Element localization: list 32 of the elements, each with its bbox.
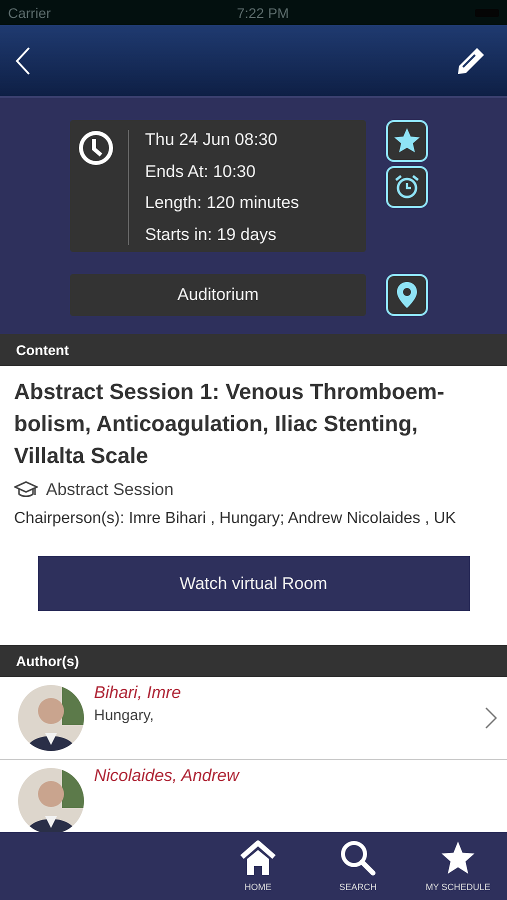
star-icon [439, 840, 477, 876]
status-time: 7:22 PM [236, 4, 289, 20]
map-pin-button[interactable] [386, 274, 428, 316]
author-country: Hungary, [94, 707, 155, 724]
search-icon [339, 840, 377, 876]
clock-icon [78, 130, 114, 166]
home-icon [239, 840, 277, 876]
chairpersons-text: Chairperson(s): Imre Bihari , Hungary; Andrew Nicolaides , UK [14, 509, 457, 529]
session-type: Abstract Session [46, 480, 174, 500]
section-header: Content [0, 334, 507, 366]
section-header: Author(s) [0, 645, 507, 677]
tab-bar-item[interactable]: MY SCHEDULE [413, 832, 503, 900]
location-label: Auditorium [70, 274, 366, 316]
tab-bar-item[interactable]: SEARCH [313, 832, 403, 900]
session-date: Thu 24 Jun 08:30 [145, 130, 278, 150]
back-icon[interactable] [15, 46, 31, 76]
tab-bar-item[interactable]: HOME [213, 832, 303, 900]
session-end: Ends At: 10:30 [145, 162, 257, 182]
watch-virtual-room-button[interactable]: Watch virtual Room [38, 556, 470, 611]
session-countdown: Starts in: 19 days [145, 224, 278, 245]
favorite-button[interactable] [386, 120, 428, 162]
map-pin-icon [396, 281, 418, 309]
session-title: Abstract Session 1: Venous Thromboem-bolism, Anticoagulation, Iliac Stenting, Villalta Scale [14, 378, 446, 470]
author-name: Bihari, Imre [94, 683, 182, 703]
chevron-right-icon [485, 707, 497, 729]
alarm-button[interactable] [386, 166, 428, 208]
star-icon [394, 128, 420, 154]
author-name: Nicolaides, Andrew [94, 766, 241, 786]
alarm-clock-icon [393, 173, 421, 201]
graduation-cap-icon [14, 481, 38, 499]
carrier-label: Carrier [8, 4, 51, 20]
session-length: Length: 120 minutes [145, 193, 300, 214]
